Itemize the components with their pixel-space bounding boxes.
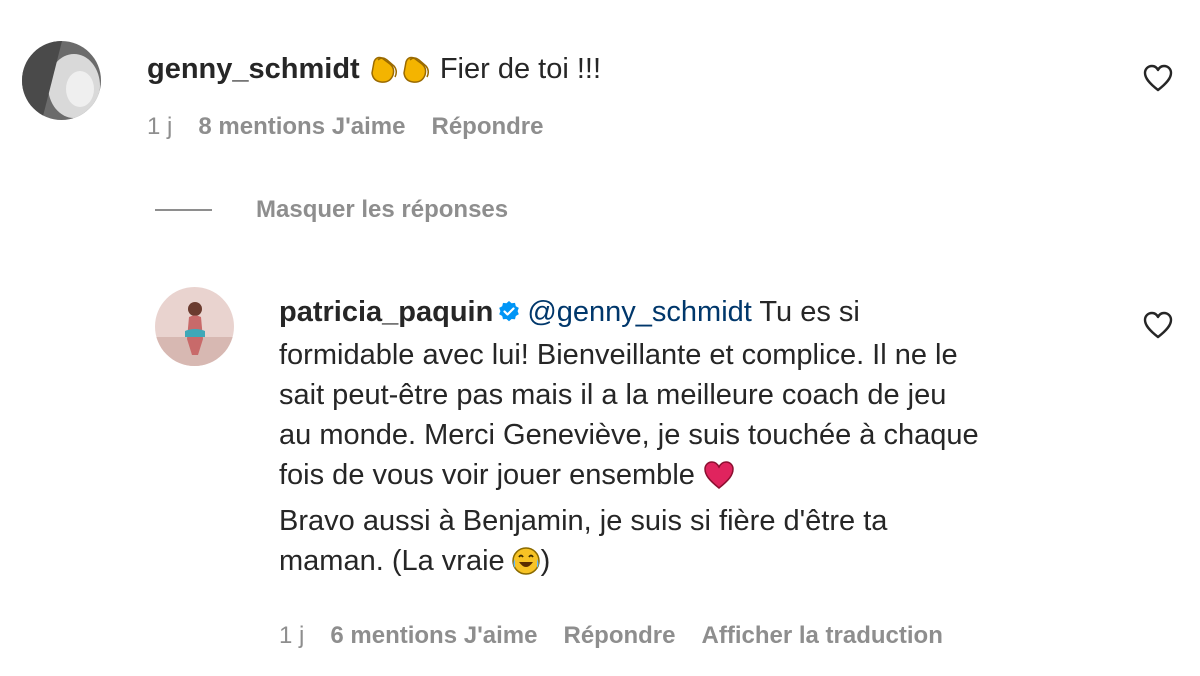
reply-line-4: au monde. Merci Geneviève, je suis touch… xyxy=(279,419,979,451)
reply-timestamp[interactable]: 1 j xyxy=(279,622,304,650)
reply-line-2: formidable avec lui! Bienveillante et co… xyxy=(279,339,958,371)
avatar[interactable] xyxy=(22,41,101,120)
reply-meta: 1 j 6 mentions J'aime Répondre Afficher … xyxy=(279,622,943,650)
likes-count[interactable]: 8 mentions J'aime xyxy=(198,113,405,141)
comment-body: genny_schmidt Fier de toi !!! xyxy=(147,49,601,95)
clapping-hands-icon xyxy=(368,54,400,95)
clapping-hands-icon xyxy=(400,54,432,95)
divider-line xyxy=(155,209,212,211)
comments-section: genny_schmidt Fier de toi !!! 1 j 8 ment… xyxy=(0,0,1200,676)
hide-replies-label: Masquer les réponses xyxy=(256,196,509,223)
face-with-tears-of-joy-icon xyxy=(511,546,541,587)
reply-line-8: ) xyxy=(540,545,551,577)
reply-line-6: Bravo aussi à Benjamin, je suis si fière… xyxy=(279,505,888,537)
comment-text: Fier de toi !!! xyxy=(439,53,602,85)
like-heart-icon[interactable] xyxy=(1143,311,1173,339)
hide-replies-button[interactable]: Masquer les réponses xyxy=(155,196,508,224)
avatar[interactable] xyxy=(155,287,234,366)
verified-badge-icon xyxy=(497,295,521,335)
reply-username[interactable]: patricia_paquin xyxy=(279,296,493,328)
like-heart-icon[interactable] xyxy=(1143,64,1173,92)
reply-line-1: Tu es si xyxy=(759,296,860,328)
reply-line-7: maman. (La vraie xyxy=(279,545,505,577)
likes-count[interactable]: 6 mentions J'aime xyxy=(330,622,537,650)
comment-timestamp[interactable]: 1 j xyxy=(147,113,172,141)
reply-body: patricia_paquin @genny_schmidt Tu es si f… xyxy=(279,292,1119,587)
reply-button[interactable]: Répondre xyxy=(563,622,675,650)
mention-link[interactable]: @genny_schmidt xyxy=(527,296,752,328)
reply-line-3: sait peut-être pas mais il a la meilleur… xyxy=(279,379,947,411)
reply-line-5: fois de vous voir jouer ensemble xyxy=(279,459,695,491)
translate-button[interactable]: Afficher la traduction xyxy=(702,622,943,650)
comment-username[interactable]: genny_schmidt xyxy=(147,53,360,85)
comment-meta: 1 j 8 mentions J'aime Répondre xyxy=(147,113,544,141)
red-heart-icon xyxy=(703,460,735,501)
reply-button[interactable]: Répondre xyxy=(431,113,543,141)
